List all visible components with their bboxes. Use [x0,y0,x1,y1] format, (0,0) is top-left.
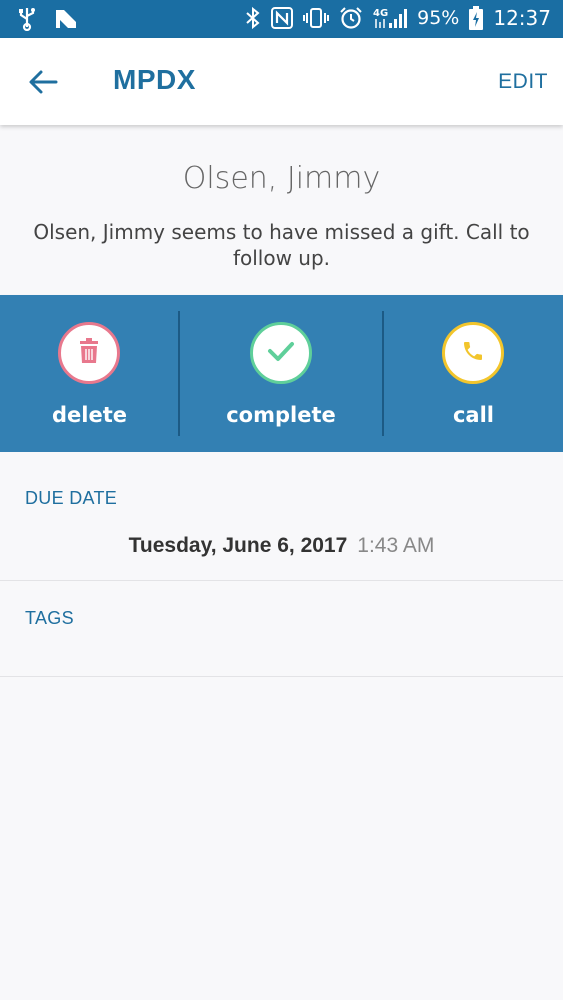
edit-button[interactable]: EDIT [498,70,548,94]
vibrate-icon [303,7,330,29]
due-date-value: Tuesday, June 6, 2017 1:43 AM [0,534,563,558]
due-date-label: DUE DATE [25,488,118,508]
check-icon [267,340,295,367]
trash-icon [77,337,101,369]
arrow-left-icon [26,70,62,104]
battery-charging-icon [469,6,484,30]
phone-icon [461,339,485,368]
contact-name: Olsen, Jimmy [182,161,381,196]
tags-section: TAGS [0,581,563,677]
call-circle [442,322,504,384]
task-description: Olsen, Jimmy seems to have missed a gift… [33,220,530,270]
clock: 12:37 [493,6,551,30]
complete-circle [250,322,312,384]
call-button[interactable]: call [384,295,563,452]
nfc-icon [271,7,294,29]
task-header: Olsen, Jimmy Olsen, Jimmy seems to have … [0,125,563,295]
tags-label: TAGS [25,608,74,628]
complete-label: complete [226,403,336,427]
action-bar: delete complete call [0,295,563,452]
back-button[interactable] [26,64,62,100]
delete-circle [58,322,120,384]
app-title: MPDX [113,64,196,95]
app-bar: MPDX EDIT [0,38,563,125]
complete-button[interactable]: complete [180,295,382,452]
call-label: call [452,403,494,427]
bluetooth-icon [245,6,261,30]
battery-percent: 95% [417,7,460,29]
due-time-text: 1:43 AM [357,534,435,557]
delete-button[interactable]: delete [0,295,179,452]
n-icon [54,8,78,30]
due-date-text: Tuesday, June 6, 2017 [128,534,348,557]
svg-text:4G: 4G [373,8,388,19]
lte-icon: 4G [373,6,408,30]
usb-icon [16,7,38,31]
status-bar: 4G 95% 12:37 [0,0,563,38]
alarm-icon [339,6,363,30]
delete-label: delete [52,403,127,427]
due-date-section: DUE DATE Tuesday, June 6, 2017 1:43 AM [0,452,563,581]
